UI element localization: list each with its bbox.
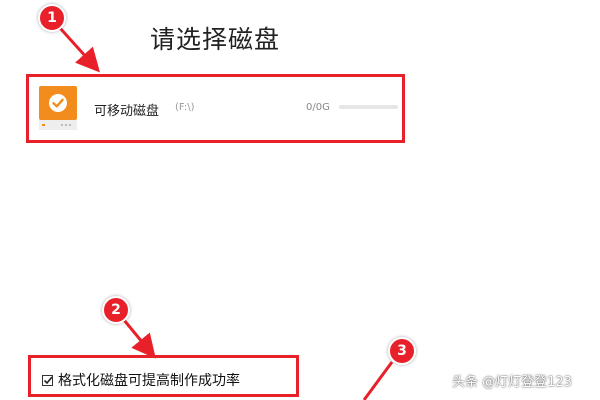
annotation-badge-2: 2	[102, 296, 130, 324]
annotation-arrow-1	[58, 26, 101, 73]
annotation-arrow-3	[362, 361, 394, 400]
annotation-arrows	[58, 26, 394, 400]
annotation-badge-1: 1	[38, 4, 66, 32]
disk-selection-page: 请选择磁盘 可移动磁盘 (F:\) 0/0G 格式化磁盘可提高制作成功率 1 2…	[0, 0, 600, 400]
annotation-badge-3: 3	[388, 337, 416, 365]
watermark-text: 头条 @灯灯登登123	[452, 375, 572, 390]
annotation-arrow-2	[122, 319, 156, 359]
